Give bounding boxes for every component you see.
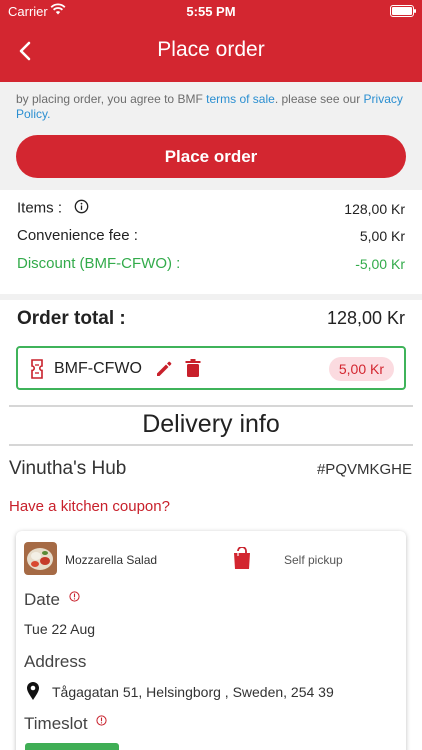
- order-card: Mozzarella Salad Self pickup Date Tue 22…: [16, 531, 406, 750]
- order-total-label: Order total :: [17, 308, 126, 329]
- fee-label: Convenience fee :: [17, 227, 138, 244]
- items-row: Items : 128,00 Kr: [17, 199, 405, 218]
- status-bar: Carrier 5:55 PM: [0, 0, 422, 24]
- top-bar: Carrier 5:55 PM Place order: [0, 0, 422, 82]
- pickup-type: Self pickup: [284, 553, 343, 567]
- agreement-text: by placing order, you agree to BMF terms…: [16, 92, 408, 122]
- ticket-icon: [30, 359, 44, 384]
- address-value: Tågagatan 51, Helsingborg , Sweden, 254 …: [52, 684, 334, 700]
- order-code: #PQVMKGHE: [316, 461, 412, 478]
- kitchen-coupon-link[interactable]: Have a kitchen coupon?: [9, 498, 170, 515]
- timeslot-label: Timeslot: [24, 714, 88, 733]
- order-summary: Items : 128,00 Kr Convenience fee : 5,00…: [0, 190, 422, 294]
- divider: [9, 444, 413, 446]
- place-order-button[interactable]: Place order: [16, 135, 406, 178]
- info-icon[interactable]: [74, 199, 89, 218]
- item-thumbnail: [24, 542, 57, 575]
- shopping-bag-icon: [232, 546, 252, 576]
- battery-icon: [390, 5, 416, 17]
- terms-of-sale-link[interactable]: terms of sale: [206, 92, 275, 106]
- date-label: Date: [24, 590, 60, 609]
- warning-icon: [96, 711, 107, 731]
- agreement-suffix: .: [47, 107, 51, 121]
- timeslot-heading: Timeslot: [24, 714, 107, 734]
- fee-row: Convenience fee : 5,00 Kr: [17, 227, 405, 244]
- coupon-code: BMF-CFWO: [54, 360, 142, 377]
- order-total: Order total : 128,00 Kr: [0, 300, 422, 340]
- items-label: Items :: [17, 199, 63, 217]
- coupon-delivery-section: BMF-CFWO 5,00 Kr Delivery info Vinutha's…: [0, 340, 422, 750]
- item-name: Mozzarella Salad: [65, 553, 158, 567]
- agreement-prefix: by placing order, you agree to BMF: [16, 92, 207, 106]
- date-heading: Date: [24, 590, 80, 610]
- address-heading: Address: [24, 652, 87, 671]
- page-title: Place order: [157, 38, 265, 61]
- discount-row: Discount (BMF-CFWO) : -5,00 Kr: [17, 255, 405, 272]
- delivery-info-title: Delivery info: [142, 410, 280, 438]
- divider: [9, 405, 413, 407]
- date-value: Tue 22 Aug: [24, 621, 96, 637]
- edit-icon[interactable]: [154, 359, 174, 384]
- agreement-middle: . please see our: [274, 92, 364, 106]
- discount-label: Discount (BMF-CFWO) :: [17, 255, 181, 272]
- fee-value: 5,00 Kr: [359, 227, 405, 244]
- discount-value: -5,00 Kr: [355, 255, 405, 272]
- location-pin-icon: [26, 681, 40, 706]
- items-value: 128,00 Kr: [344, 200, 405, 217]
- coupon-amount-badge: 5,00 Kr: [328, 357, 394, 381]
- warning-icon: [69, 587, 80, 607]
- timeslot-button[interactable]: [25, 743, 119, 750]
- applied-coupon: BMF-CFWO 5,00 Kr: [16, 346, 406, 390]
- order-total-value: 128,00 Kr: [326, 308, 405, 328]
- trash-icon[interactable]: [184, 358, 202, 383]
- hub-name: Vinutha's Hub: [9, 458, 127, 479]
- clock: 5:55 PM: [186, 4, 236, 19]
